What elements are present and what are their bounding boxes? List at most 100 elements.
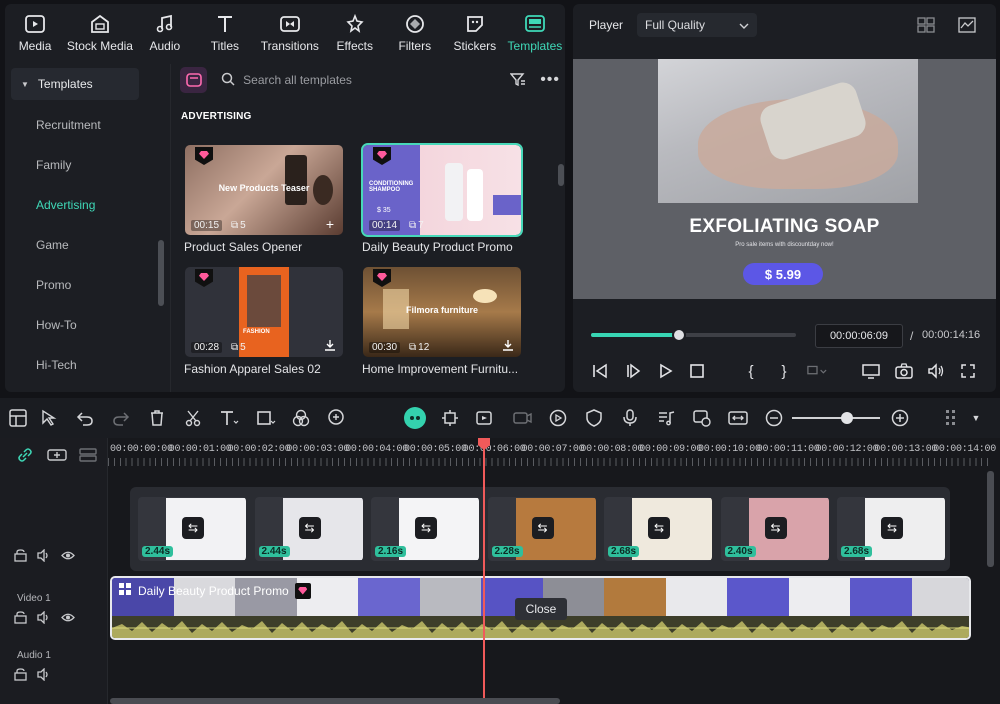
sidebar-scrollbar[interactable] (158, 240, 164, 306)
scope-icon[interactable] (958, 17, 976, 36)
auto-sync-icon[interactable] (692, 408, 712, 428)
sidebar-item-promo[interactable]: Promo (36, 278, 71, 292)
replace-media-icon[interactable]: ⇆ (881, 517, 903, 539)
volume-icon[interactable] (926, 361, 946, 381)
replace-media-icon[interactable]: ⇆ (531, 517, 554, 539)
crop-icon[interactable] (256, 408, 276, 428)
add-track-icon[interactable] (47, 447, 67, 466)
sidebar-item-advertising[interactable]: Advertising (36, 198, 95, 212)
snapshot-icon[interactable] (894, 361, 914, 381)
sidebar-item-recruitment[interactable]: Recruitment (36, 118, 101, 132)
download-icon[interactable] (323, 339, 337, 353)
smart-cutout-icon[interactable] (475, 408, 495, 428)
tab-media[interactable]: Media (5, 4, 65, 60)
template-card-home-improvement-furniture[interactable]: Filmora furniture 00:30 ⧉ 12 (363, 267, 521, 357)
video-preview[interactable]: EXFOLIATING SOAP Pro sale items with dis… (573, 59, 996, 299)
composition-clip[interactable]: ⇆ 2.68s (837, 497, 945, 561)
add-icon[interactable]: + (323, 217, 337, 231)
mark-out-icon[interactable]: } (774, 361, 794, 381)
zoom-slider[interactable] (792, 412, 880, 424)
tab-filters[interactable]: Filters (385, 4, 445, 60)
composition-clip[interactable]: ⇆ 2.68s (604, 497, 712, 561)
next-frame-icon[interactable] (623, 361, 643, 381)
sidebar-item-game[interactable]: Game (36, 238, 69, 252)
ai-copilot-icon[interactable] (404, 407, 426, 429)
tab-titles[interactable]: Titles (195, 4, 255, 60)
replace-media-icon[interactable]: ⇆ (648, 517, 670, 539)
tab-audio[interactable]: Audio (135, 4, 195, 60)
redo-icon[interactable] (111, 408, 131, 428)
zoom-out-icon[interactable] (764, 408, 784, 428)
mark-in-icon[interactable]: { (741, 361, 761, 381)
tab-effects[interactable]: Effects (325, 4, 385, 60)
playback-progress[interactable] (591, 328, 796, 342)
sidebar-item-family[interactable]: Family (36, 158, 71, 172)
zoom-handle[interactable] (841, 412, 854, 424)
composition-clip[interactable]: ⇆ 2.44s (254, 497, 363, 561)
lock-icon[interactable] (14, 611, 27, 627)
quality-dropdown[interactable]: Full Quality (637, 13, 757, 37)
template-card-daily-beauty-product-promo[interactable]: CONDITIONING SHAMPOO $ 35 00:14 ⧉ 7 (361, 143, 523, 237)
template-composition-track[interactable]: ⇆ 2.44s ⇆ 2.44s ⇆ 2.16s ⇆ 2.28s ⇆ 2.68s ⇆ 2.40s ⇆ 2.6… (130, 487, 950, 571)
split-icon[interactable] (183, 408, 203, 428)
current-timecode[interactable]: 00:00:06:09 (815, 324, 903, 348)
visibility-icon[interactable] (61, 549, 75, 565)
shield-icon[interactable] (584, 408, 604, 428)
composition-clip[interactable]: ⇆ 2.40s (720, 497, 829, 561)
text-tool-icon[interactable] (219, 408, 239, 428)
dropdown-arrow-icon[interactable]: ▼ (966, 408, 986, 428)
download-icon[interactable] (501, 339, 515, 353)
template-card-product-sales-opener[interactable]: New Products Teaser 00:15 ⧉ 5 + (185, 145, 343, 235)
audio-mute-icon[interactable] (37, 548, 51, 565)
tab-templates[interactable]: Templates (505, 4, 565, 60)
stop-icon[interactable] (687, 361, 707, 381)
tab-stickers[interactable]: Stickers (445, 4, 505, 60)
template-store-icon[interactable] (180, 67, 208, 93)
visibility-icon[interactable] (61, 611, 75, 627)
lock-icon[interactable] (14, 668, 27, 684)
zoom-in-icon[interactable] (890, 408, 910, 428)
grid-menu-icon[interactable] (942, 408, 962, 428)
auto-reframe-icon[interactable] (440, 408, 460, 428)
select-tool-icon[interactable] (39, 408, 59, 428)
fullscreen-icon[interactable] (958, 361, 978, 381)
template-card-fashion-apparel-sales-02[interactable]: FASHION 00:28 ⧉ 5 (185, 267, 343, 357)
replace-media-icon[interactable]: ⇆ (182, 517, 204, 539)
filter-icon[interactable] (509, 72, 526, 89)
sidebar-item-hi-tech[interactable]: Hi-Tech (36, 358, 77, 372)
search-input[interactable] (243, 73, 467, 87)
color-icon[interactable] (291, 408, 311, 428)
sidebar-header-templates[interactable]: ▼ Templates (11, 68, 139, 100)
audio-mute-icon[interactable] (37, 610, 51, 627)
time-ruler[interactable]: 00:00:00:00 00:00:01:00 00:00:02:00 00:00:0… (108, 438, 996, 468)
record-voice-icon[interactable] (512, 408, 532, 428)
replace-media-icon[interactable]: ⇆ (764, 517, 787, 539)
speed-ramping-icon[interactable] (548, 408, 568, 428)
link-icon[interactable] (17, 447, 33, 466)
layout-icon[interactable] (8, 408, 28, 428)
audio-mute-icon[interactable] (37, 667, 51, 684)
close-tooltip[interactable]: Close (515, 598, 567, 620)
tab-stock-media[interactable]: Stock Media (65, 4, 135, 60)
fit-width-icon[interactable] (728, 408, 748, 428)
delete-icon[interactable] (147, 408, 167, 428)
playhead-line[interactable] (483, 440, 485, 704)
undo-icon[interactable] (75, 408, 95, 428)
sidebar-item-how-to[interactable]: How-To (36, 318, 77, 332)
grid-view-icon[interactable] (917, 17, 935, 36)
composition-clip[interactable]: ⇆ 2.16s (371, 497, 479, 561)
composition-clip[interactable]: ⇆ 2.28s (487, 497, 596, 561)
lock-icon[interactable] (14, 549, 27, 565)
ai-audio-icon[interactable] (327, 408, 347, 428)
composition-clip[interactable]: ⇆ 2.44s (138, 497, 246, 561)
display-settings-icon[interactable] (861, 361, 881, 381)
tab-transitions[interactable]: Transitions (255, 4, 325, 60)
play-icon[interactable] (655, 361, 675, 381)
replace-media-icon[interactable]: ⇆ (298, 517, 321, 539)
more-options-icon[interactable]: ••• (540, 71, 560, 89)
progress-handle[interactable] (672, 328, 687, 342)
microphone-icon[interactable] (620, 408, 640, 428)
music-list-icon[interactable] (656, 408, 676, 428)
library-scrollbar[interactable] (558, 164, 564, 186)
insert-icon[interactable] (807, 361, 827, 381)
